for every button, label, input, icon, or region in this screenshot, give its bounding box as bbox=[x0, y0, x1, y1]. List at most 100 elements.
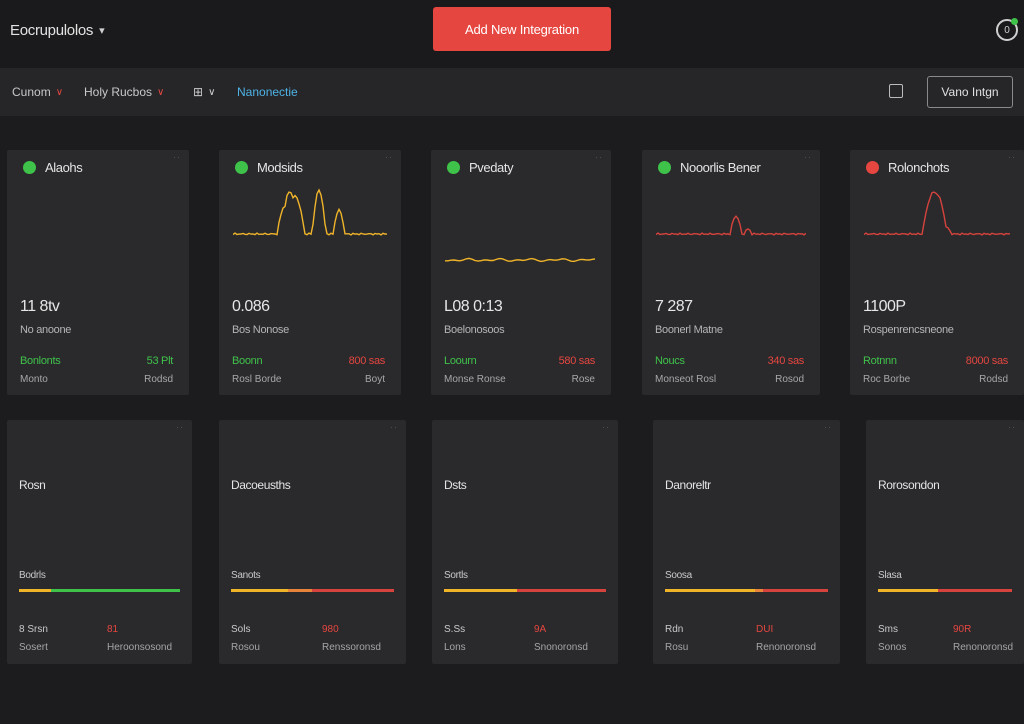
card-value: L08 0:13 bbox=[444, 298, 503, 315]
card-value: 1100P bbox=[863, 298, 906, 315]
card-meta-label: Monse Ronse bbox=[444, 374, 506, 385]
card-subtitle: Boonerl Matne bbox=[655, 324, 723, 336]
card-stat-value: 340 sas bbox=[767, 355, 805, 367]
card-title: Danoreltr bbox=[665, 478, 711, 492]
integration-card[interactable]: ·· Modsids 0.086 Bos Nonose Boonn 800 sa… bbox=[219, 150, 401, 395]
add-integration-button[interactable]: Add New Integration bbox=[433, 7, 611, 51]
integration-card[interactable]: ·· Rolonchots 1100P Rospenrencsneone Rot… bbox=[850, 150, 1024, 395]
card-menu-icon[interactable]: ·· bbox=[1008, 152, 1016, 162]
card-meta-value: Rodsd bbox=[144, 374, 173, 385]
progress-segment bbox=[444, 589, 517, 592]
integration-card[interactable]: ·· Alaohs 11 8tv No anoone Bonlonts 53 P… bbox=[7, 150, 189, 395]
filter-dropdown-2[interactable]: Holy Rucbos ∨ bbox=[84, 85, 164, 99]
card-menu-icon[interactable]: ·· bbox=[173, 152, 181, 162]
card-meta-value: Boyt bbox=[364, 374, 385, 385]
summary-card[interactable]: ·· Dacoeusths Sanots Sols 980 Rosou Rens… bbox=[219, 420, 406, 664]
workspace-switcher[interactable]: Eocrupulolos ▾ bbox=[10, 22, 105, 39]
card-meta-label: Monseot Rosl bbox=[655, 374, 717, 385]
card-stat-label: Rotnnn bbox=[863, 355, 897, 367]
chevron-down-icon: ∨ bbox=[208, 86, 216, 98]
card-meta-value: Rosod bbox=[775, 374, 804, 385]
card-menu-icon[interactable]: ·· bbox=[176, 422, 184, 432]
card-section-label: Sortls bbox=[444, 570, 468, 581]
card-subtitle: Rospenrencsneone bbox=[863, 324, 954, 336]
progress-segment bbox=[51, 589, 180, 592]
card-row-label: S.Ss bbox=[444, 624, 466, 635]
status-dot bbox=[235, 161, 248, 174]
card-menu-icon[interactable]: ·· bbox=[602, 422, 610, 432]
card-menu-icon[interactable]: ·· bbox=[1008, 422, 1016, 432]
card-row-value: Renonoronsd bbox=[756, 642, 817, 653]
summary-card[interactable]: ·· Dsts Sortls S.Ss 9A Lons Snonoronsd bbox=[432, 420, 618, 664]
card-row-value: 980 bbox=[322, 624, 339, 635]
card-menu-icon[interactable]: ·· bbox=[390, 422, 398, 432]
timer-icon[interactable]: 0 bbox=[996, 18, 1018, 41]
progress-segment bbox=[288, 589, 313, 592]
progress-segment bbox=[665, 589, 755, 592]
card-value: 7 287 bbox=[655, 298, 693, 315]
top-bar: Eocrupulolos ▾ Add New Integration 0 bbox=[0, 0, 1024, 68]
sparkline bbox=[233, 188, 387, 236]
filter-link[interactable]: Nanonectie bbox=[237, 85, 298, 99]
card-row-label: Sonos bbox=[878, 642, 907, 653]
progress-bar bbox=[444, 589, 606, 592]
filter-label: Holy Rucbos bbox=[84, 85, 153, 99]
progress-segment bbox=[231, 589, 289, 592]
card-title: Dacoeusths bbox=[231, 478, 291, 492]
card-menu-icon[interactable]: ·· bbox=[385, 152, 393, 162]
card-name: Modsids bbox=[257, 160, 303, 175]
sparkline-path bbox=[445, 257, 596, 263]
grid-icon: ⊞ bbox=[193, 85, 204, 99]
chevron-down-icon: ▾ bbox=[99, 25, 105, 37]
progress-segment bbox=[312, 589, 394, 592]
export-icon[interactable] bbox=[889, 84, 903, 98]
card-title: Rorosondon bbox=[878, 478, 940, 492]
card-stat-label: Boonn bbox=[232, 355, 263, 367]
integration-card[interactable]: ·· Pvedaty L08 0:13 Boelonosoos Loourn 5… bbox=[431, 150, 611, 395]
progress-bar bbox=[665, 589, 828, 592]
card-name: Pvedaty bbox=[469, 160, 514, 175]
summary-card[interactable]: ·· Rosn Bodrls 8 Srsn 81 Sosert Heroonso… bbox=[7, 420, 192, 664]
integration-card[interactable]: ·· Nooorlis Bener 7 287 Boonerl Matne No… bbox=[642, 150, 820, 395]
chevron-down-icon: ∨ bbox=[157, 86, 165, 98]
filter-dropdown-1[interactable]: Cunom ∨ bbox=[12, 85, 63, 99]
sparkline-path bbox=[864, 191, 1010, 236]
card-row-value: Renssoronsd bbox=[322, 642, 381, 653]
card-row-value: 9A bbox=[534, 624, 547, 635]
status-dot bbox=[866, 161, 879, 174]
card-meta-label: Monto bbox=[20, 374, 48, 385]
card-row-label: Lons bbox=[444, 642, 466, 653]
card-row-value: 90R bbox=[953, 624, 972, 635]
progress-bar bbox=[231, 589, 394, 592]
status-dot bbox=[658, 161, 671, 174]
card-menu-icon[interactable]: ·· bbox=[804, 152, 812, 162]
summary-card[interactable]: ·· Rorosondon Slasa Sms 90R Sonos Renono… bbox=[866, 420, 1024, 664]
card-meta-label: Rosl Borde bbox=[232, 374, 282, 385]
progress-segment bbox=[938, 589, 1012, 592]
sparkline-path bbox=[233, 188, 387, 236]
card-name: Nooorlis Bener bbox=[680, 160, 761, 175]
card-row-label: Rdn bbox=[665, 624, 684, 635]
card-subtitle: Bos Nonose bbox=[232, 324, 289, 336]
progress-segment bbox=[762, 589, 828, 592]
card-menu-icon[interactable]: ·· bbox=[595, 152, 603, 162]
card-menu-icon[interactable]: ·· bbox=[824, 422, 832, 432]
card-stat-value: 800 sas bbox=[348, 355, 386, 367]
sparkline bbox=[864, 191, 1010, 236]
card-row-label: Rosu bbox=[665, 642, 689, 653]
card-title: Dsts bbox=[444, 478, 467, 492]
card-stat-value: 8000 sas bbox=[965, 355, 1009, 367]
card-row-label: Sms bbox=[878, 624, 898, 635]
filter-dropdown-3[interactable]: ⊞ ∨ bbox=[193, 85, 215, 99]
progress-segment bbox=[19, 589, 52, 592]
card-row-value: Heroonsosond bbox=[107, 642, 173, 653]
manage-integrations-button[interactable]: Vano Intgn bbox=[927, 76, 1013, 108]
card-section-label: Slasa bbox=[878, 570, 902, 581]
card-row-label: 8 Srsn bbox=[19, 624, 48, 635]
timer-status-dot bbox=[1011, 18, 1018, 25]
card-subtitle: No anoone bbox=[20, 324, 72, 336]
card-name: Alaohs bbox=[45, 160, 83, 175]
summary-card[interactable]: ·· Danoreltr Soosa Rdn DUI Rosu Renonoro… bbox=[653, 420, 840, 664]
card-stat-label: Noucs bbox=[655, 355, 685, 367]
status-dot bbox=[23, 161, 36, 174]
